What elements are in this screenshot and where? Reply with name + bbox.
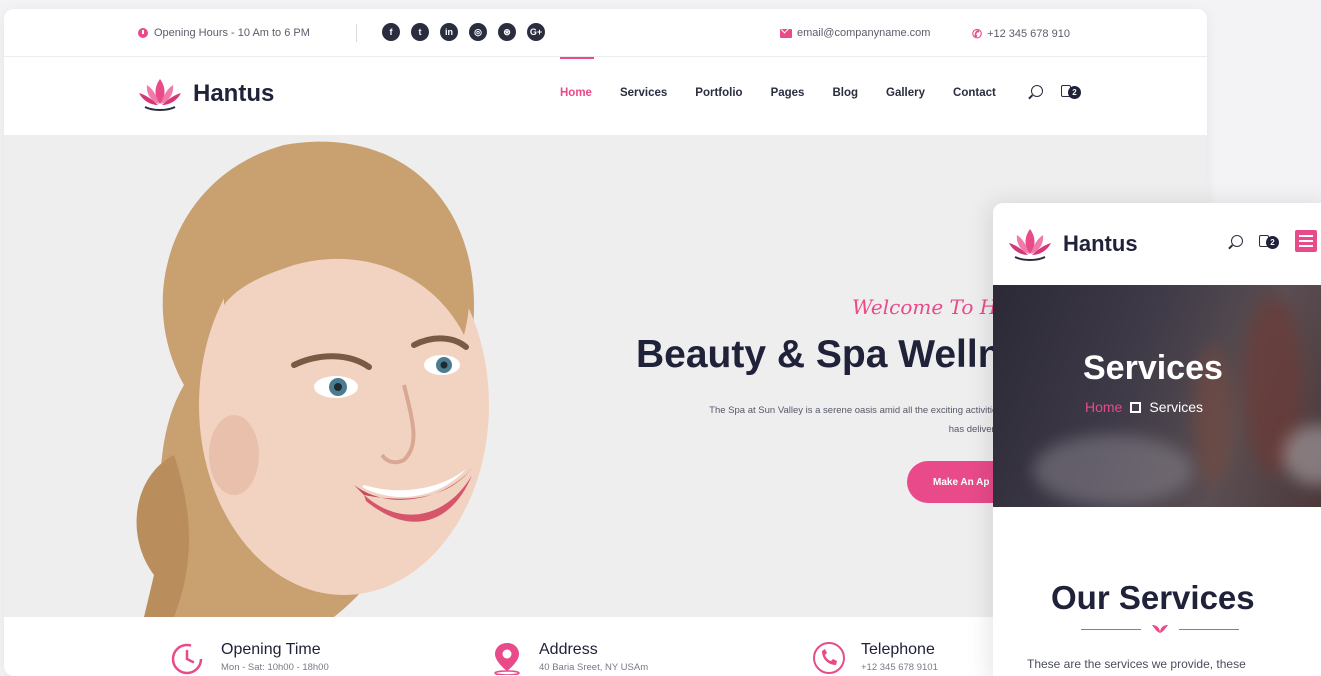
section-divider: [1081, 623, 1239, 635]
hero-description-line-1: The Spa at Sun Valley is a serene oasis …: [709, 405, 1010, 416]
nav-item-blog[interactable]: Blog: [832, 87, 858, 99]
divider-line: [1081, 628, 1141, 630]
envelope-icon: [780, 28, 792, 38]
facebook-icon[interactable]: f: [382, 23, 400, 41]
cart-count-badge: 2: [1266, 236, 1279, 249]
services-banner: Services Home Services: [993, 285, 1321, 507]
info-address: Address 40 Baria Sreet, NY USAm: [489, 641, 648, 675]
nav-icons: 2: [1031, 83, 1081, 99]
phone-icon: ✆: [972, 27, 983, 41]
section-title: Our Services: [1051, 579, 1255, 616]
hero-title: Beauty & Spa Welln: [636, 333, 1002, 376]
breadcrumb-home-link[interactable]: Home: [1085, 399, 1122, 415]
mobile-mockup: Hantus 2 Services Home Services Our Serv…: [993, 203, 1321, 676]
twitter-icon[interactable]: t: [411, 23, 429, 41]
info-title: Opening Time: [221, 641, 321, 658]
banner-candle-image: [1033, 435, 1193, 505]
leaf-icon: [1152, 625, 1168, 633]
email-link[interactable]: email@companyname.com: [780, 27, 930, 39]
mobile-nav-icons: 2: [1231, 230, 1317, 252]
search-icon[interactable]: [1231, 235, 1243, 247]
social-links: f t in ◎ ⊛ G+: [382, 23, 545, 41]
info-subtitle: Mon - Sat: 10h00 - 18h00: [221, 662, 329, 673]
dribbble-icon[interactable]: ⊛: [498, 23, 516, 41]
nav-item-portfolio[interactable]: Portfolio: [695, 87, 742, 99]
google-plus-icon[interactable]: G+: [527, 23, 545, 41]
top-bar: Opening Hours - 10 Am to 6 PM f t in ◎ ⊛…: [4, 9, 1207, 57]
info-title: Address: [539, 641, 598, 658]
breadcrumb: Home Services: [1085, 399, 1203, 415]
hero-description: The Spa at Sun Valley is a serene oasis …: [610, 401, 1010, 439]
nav-item-contact[interactable]: Contact: [953, 87, 996, 99]
hero-description-line-2: has delivere: [948, 424, 1000, 435]
nav-menu: Home Services Portfolio Pages Blog Galle…: [560, 57, 1024, 99]
brand-name: Hantus: [1063, 231, 1138, 256]
nav-item-home[interactable]: Home: [560, 57, 594, 99]
cart-count-badge: 2: [1068, 86, 1081, 99]
search-icon[interactable]: [1031, 85, 1043, 97]
location-pin-icon: [494, 643, 520, 675]
info-telephone: Telephone +12 345 678 9101: [811, 641, 938, 675]
lotus-icon: [1009, 229, 1051, 261]
main-navbar: Hantus Home Services Portfolio Pages Blo…: [4, 57, 1207, 135]
phone-text: +12 345 678 910: [987, 28, 1070, 40]
info-opening-time: Opening Time Mon - Sat: 10h00 - 18h00: [169, 641, 329, 675]
lotus-icon: [139, 79, 181, 111]
nav-item-services[interactable]: Services: [620, 87, 667, 99]
brand-name: Hantus: [193, 80, 275, 107]
hamburger-menu-icon[interactable]: [1295, 230, 1317, 252]
site-logo[interactable]: Hantus: [137, 77, 274, 111]
clock-icon: [138, 28, 148, 38]
breadcrumb-separator-icon: [1130, 401, 1142, 413]
breadcrumb-current: Services: [1149, 399, 1204, 415]
nav-item-pages[interactable]: Pages: [771, 87, 805, 99]
divider-line: [1179, 628, 1239, 630]
linkedin-icon[interactable]: in: [440, 23, 458, 41]
info-subtitle: 40 Baria Sreet, NY USAm: [539, 662, 649, 673]
banner-title: Services: [1083, 349, 1223, 387]
divider: [356, 24, 357, 42]
cart-button[interactable]: 2: [1061, 83, 1081, 99]
phone-link[interactable]: ✆ +12 345 678 910: [972, 27, 1070, 41]
email-text: email@companyname.com: [797, 27, 931, 39]
info-title: Telephone: [861, 641, 935, 658]
clock-icon: [171, 643, 203, 675]
hero-welcome-text: Welcome To Ha: [852, 295, 1010, 319]
phone-icon: [813, 642, 845, 674]
instagram-icon[interactable]: ◎: [469, 23, 487, 41]
mobile-site-logo[interactable]: Hantus: [1007, 227, 1138, 261]
cart-button[interactable]: 2: [1259, 233, 1279, 249]
section-description: These are the services we provide, these: [1027, 657, 1246, 671]
info-subtitle: +12 345 678 9101: [861, 662, 938, 673]
hero-portrait-image: [136, 141, 489, 617]
opening-hours-text: Opening Hours - 10 Am to 6 PM: [154, 27, 310, 39]
nav-item-gallery[interactable]: Gallery: [886, 87, 925, 99]
opening-hours: Opening Hours - 10 Am to 6 PM: [138, 27, 310, 39]
